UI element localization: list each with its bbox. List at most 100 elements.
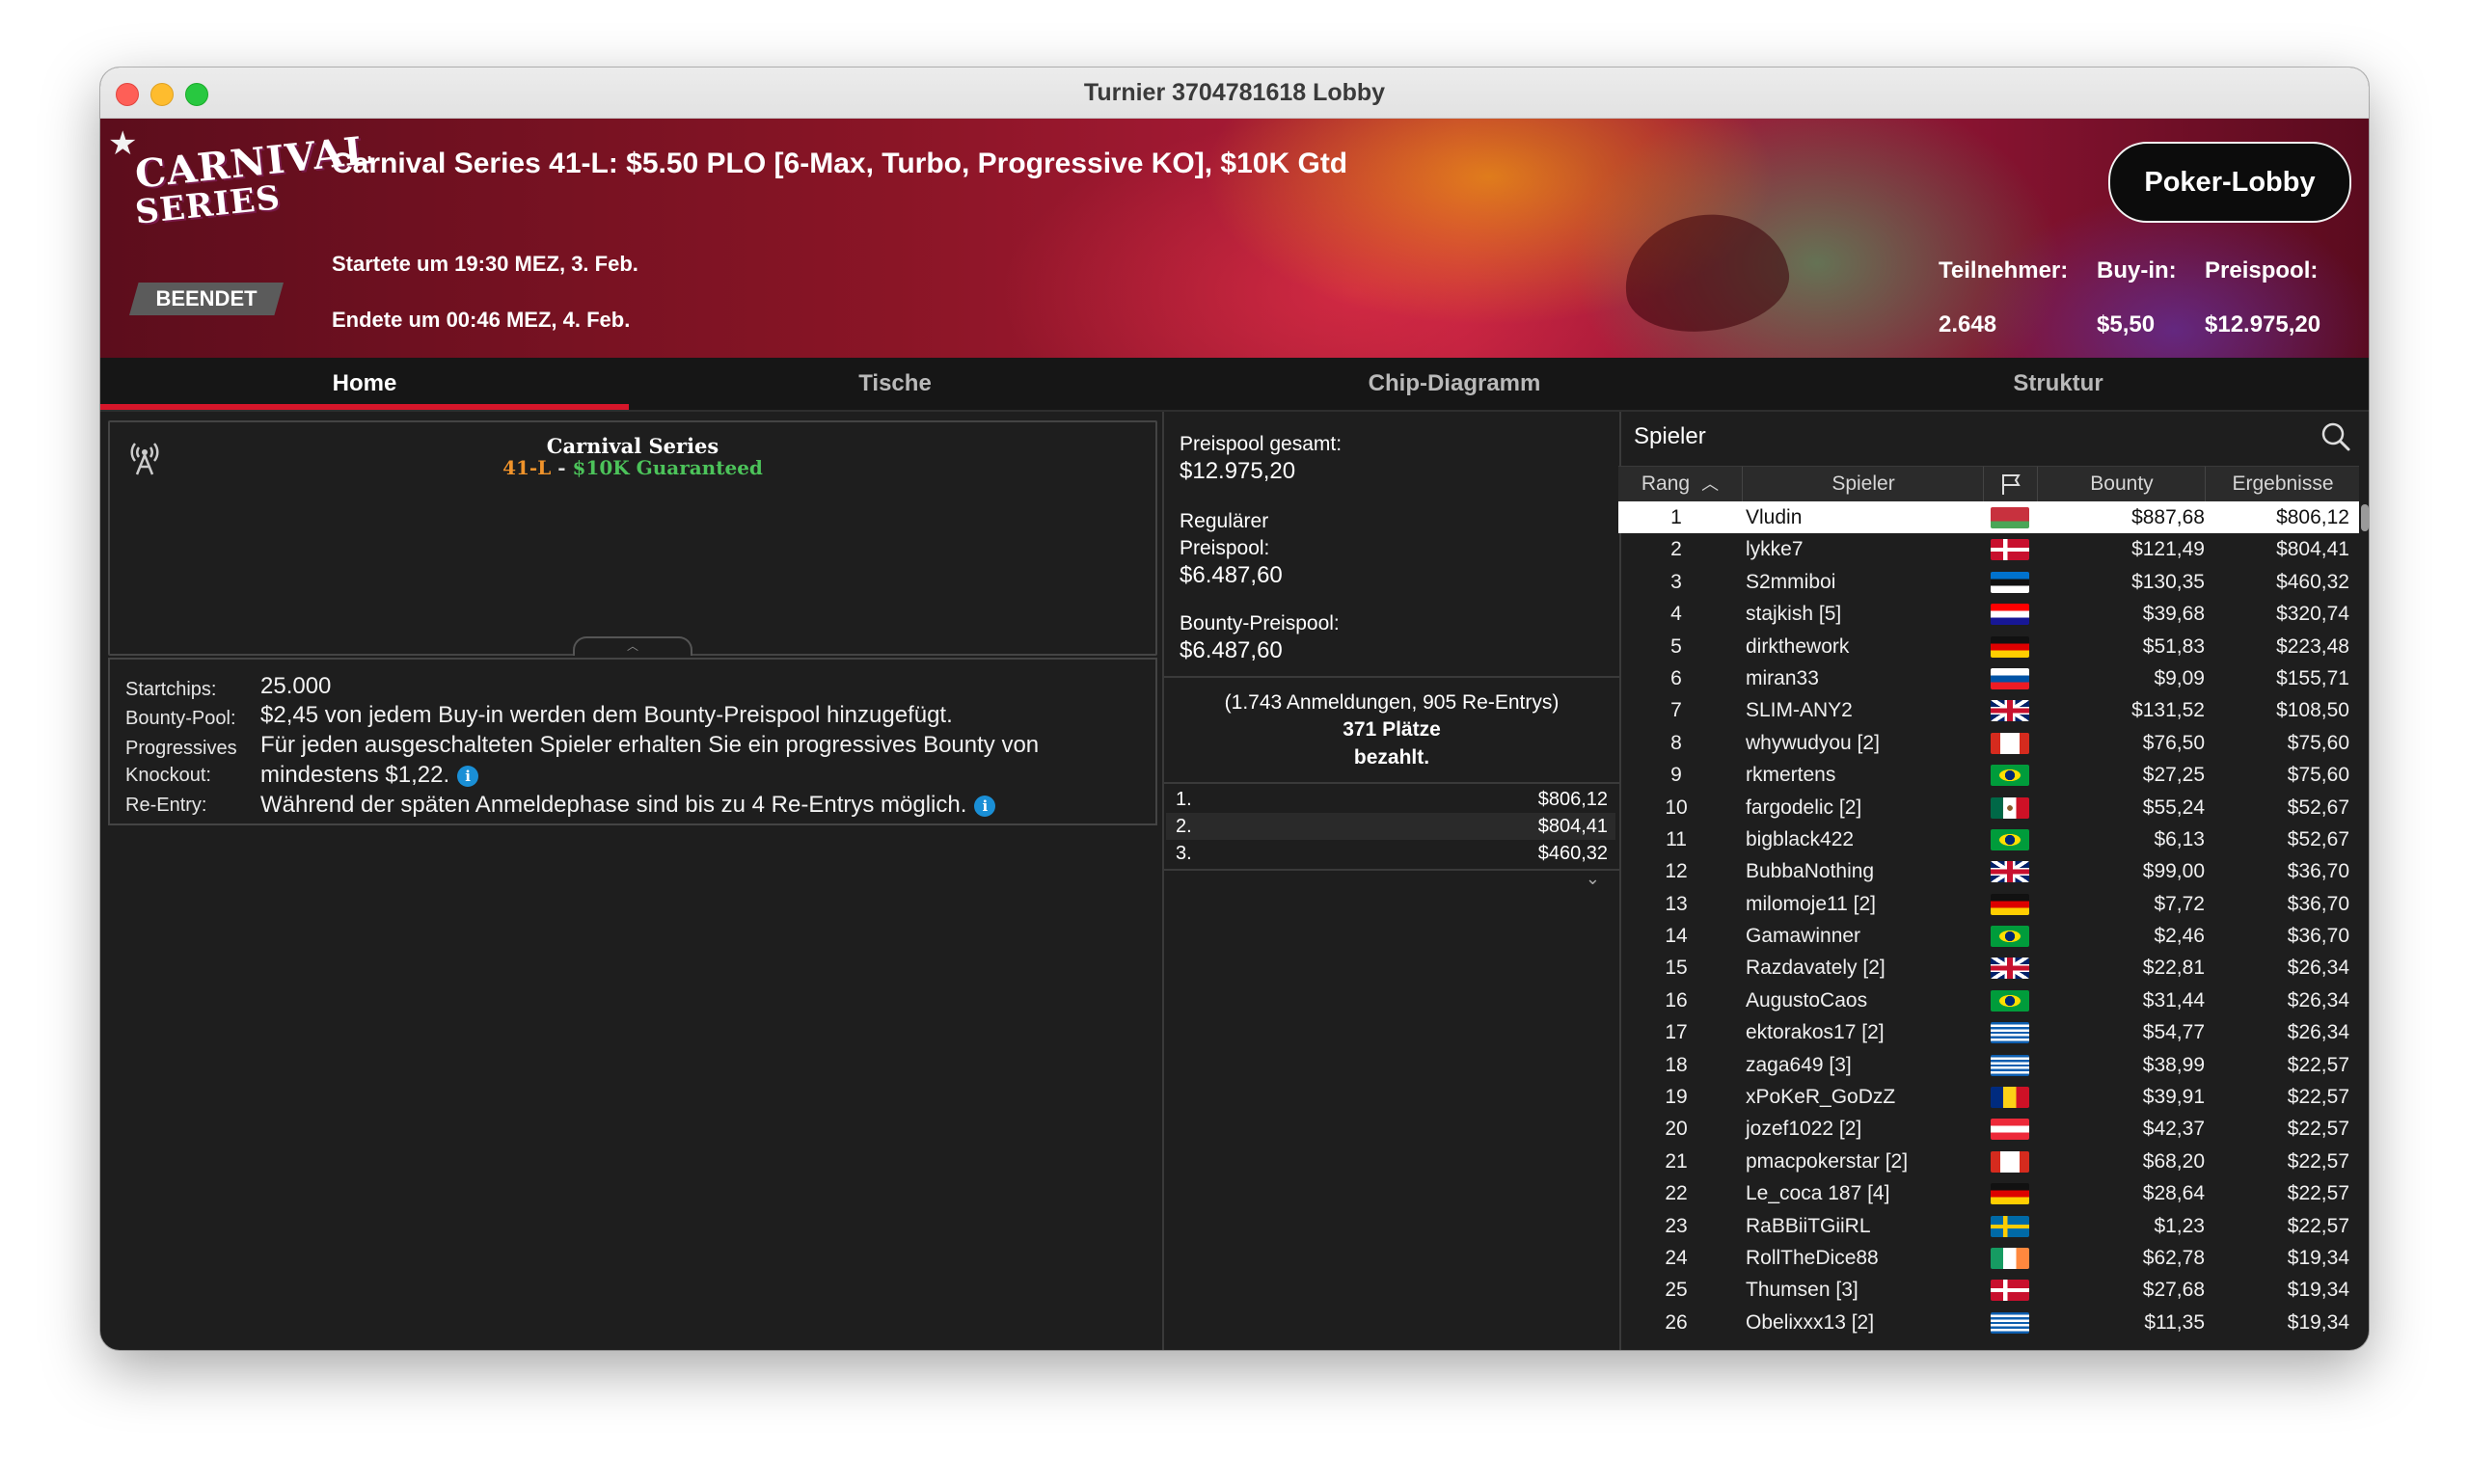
player-rank: 6 [1670, 666, 1682, 689]
divider [1164, 869, 1619, 871]
player-row[interactable]: 23 RaBBiiTGiiRL $1,23 $22,57 [1618, 1210, 2359, 1242]
denmark-flag [1991, 1280, 2029, 1302]
uk-flag [1991, 700, 2029, 722]
player-row[interactable]: 26 Obelixxx13 [2] $11,35 $19,34 [1618, 1307, 2359, 1338]
player-bounty: $9,09 [2154, 666, 2205, 689]
column-rank[interactable]: Rang ︿ [1618, 467, 1742, 501]
player-row[interactable]: 18 zaga649 [3] $38,99 $22,57 [1618, 1049, 2359, 1081]
column-results[interactable]: Ergebnisse [2205, 467, 2360, 501]
player-row[interactable]: 13 milomoje11 [2] $7,72 $36,70 [1618, 888, 2359, 920]
player-name: RollTheDice88 [1746, 1246, 1879, 1269]
player-rank: 5 [1670, 634, 1682, 658]
player-row[interactable]: 6 miran33 $9,09 $155,71 [1618, 662, 2359, 694]
germany-flag [1991, 893, 2029, 915]
tab-structure[interactable]: Struktur [1748, 358, 2369, 410]
buyin-label: Buy-in: [2097, 257, 2177, 283]
denmark-flag [1991, 539, 2029, 561]
player-bounty: $31,44 [2142, 988, 2205, 1012]
player-bounty: $27,68 [2142, 1279, 2205, 1302]
player-row[interactable]: 5 dirkthework $51,83 $223,48 [1618, 631, 2359, 662]
player-row[interactable]: 2 lykke7 $121,49 $804,41 [1618, 533, 2359, 565]
player-name: S2mmiboi [1746, 570, 1836, 593]
bounty-pool-value: $2,45 von jedem Buy-in werden dem Bounty… [260, 702, 953, 728]
player-result: $52,67 [2287, 796, 2349, 819]
player-rank: 26 [1665, 1310, 1688, 1334]
player-result: $806,12 [2276, 506, 2349, 528]
player-name: rkmertens [1746, 764, 1836, 787]
player-bounty: $131,52 [2131, 699, 2205, 722]
column-player[interactable]: Spieler [1742, 467, 1984, 501]
poker-lobby-button[interactable]: Poker-Lobby [2108, 142, 2351, 223]
tab-chip-chart[interactable]: Chip-Diagramm [1161, 358, 1748, 410]
player-row[interactable]: 22 Le_coca 187 [4] $28,64 $22,57 [1618, 1177, 2359, 1209]
tab-tables[interactable]: Tische [629, 358, 1161, 410]
player-rank: 22 [1665, 1182, 1688, 1205]
player-rank: 11 [1666, 827, 1687, 850]
player-row[interactable]: 16 AugustoCaos $31,44 $26,34 [1618, 985, 2359, 1016]
player-name: pmacpokerstar [2] [1746, 1149, 1909, 1173]
player-row[interactable]: 7 SLIM-ANY2 $131,52 $108,50 [1618, 694, 2359, 726]
player-rank: 9 [1670, 764, 1682, 787]
player-name: xPoKeR_GoDzZ [1746, 1086, 1896, 1109]
collapse-promo-handle[interactable]: ︿ [573, 636, 692, 656]
player-row[interactable]: 8 whywudyou [2] $76,50 $75,60 [1618, 727, 2359, 759]
tournament-info-box: Startchips: 25.000 Bounty-Pool: $2,45 vo… [108, 658, 1157, 825]
players-scrollbar[interactable] [2361, 504, 2369, 531]
player-row[interactable]: 1 Vludin $887,68 $806,12 [1618, 501, 2359, 534]
player-row[interactable]: 19 xPoKeR_GoDzZ $39,91 $22,57 [1618, 1081, 2359, 1113]
player-name: zaga649 [3] [1746, 1053, 1852, 1076]
player-row[interactable]: 12 BubbaNothing $99,00 $36,70 [1618, 855, 2359, 887]
player-row[interactable]: 25 Thumsen [3] $27,68 $19,34 [1618, 1274, 2359, 1306]
player-bounty: $55,24 [2142, 796, 2205, 819]
reentry-info-icon[interactable]: i [974, 795, 996, 817]
player-bounty: $76,50 [2142, 731, 2205, 754]
player-result: $52,67 [2287, 827, 2349, 850]
romania-flag [1991, 1087, 2029, 1109]
player-row[interactable]: 4 stajkish [5] $39,68 $320,74 [1618, 598, 2359, 630]
player-row[interactable]: 15 Razdavately [2] $22,81 $26,34 [1618, 952, 2359, 984]
end-time: Endete um 00:46 MEZ, 4. Feb. [332, 308, 631, 332]
player-result: $22,57 [2287, 1053, 2349, 1076]
regular-pool-value: $6.487,60 [1180, 562, 1283, 588]
expand-payouts-chevron-icon[interactable]: ⌄ [1586, 869, 1600, 889]
column-bounty[interactable]: Bounty [2037, 467, 2206, 501]
player-result: $108,50 [2276, 699, 2349, 722]
regular-pool-label-1: Regulärer [1180, 510, 1269, 532]
player-row[interactable]: 3 S2mmiboi $130,35 $460,32 [1618, 566, 2359, 598]
croatia-flag [1991, 604, 2029, 626]
player-name: Thumsen [3] [1746, 1279, 1859, 1302]
player-row[interactable]: 24 RollTheDice88 $62,78 $19,34 [1618, 1242, 2359, 1274]
slovenia-flag [1991, 667, 2029, 689]
player-row[interactable]: 10 fargodelic [2] $55,24 $52,67 [1618, 792, 2359, 823]
player-name: stajkish [5] [1746, 603, 1842, 626]
player-row[interactable]: 17 ektorakos17 [2] $54,77 $26,34 [1618, 1016, 2359, 1048]
belarus-flag [1991, 507, 2029, 528]
startchips-value: 25.000 [260, 673, 332, 699]
divider [1164, 782, 1619, 784]
column-country[interactable] [1983, 467, 2038, 501]
player-rank: 13 [1665, 892, 1688, 915]
player-result: $19,34 [2287, 1246, 2349, 1269]
player-rank: 10 [1665, 796, 1688, 819]
tab-bar: Home Tische Chip-Diagramm Struktur [100, 358, 2369, 412]
player-rank: 7 [1670, 699, 1682, 722]
player-row[interactable]: 20 jozef1022 [2] $42,37 $22,57 [1618, 1113, 2359, 1145]
start-time: Startete um 19:30 MEZ, 3. Feb. [332, 252, 638, 276]
player-result: $804,41 [2276, 538, 2349, 561]
player-rank: 24 [1665, 1246, 1688, 1269]
tab-home[interactable]: Home [100, 358, 629, 410]
pko-info-icon[interactable]: i [457, 765, 479, 787]
player-name: ektorakos17 [2] [1746, 1021, 1885, 1044]
player-row[interactable]: 21 pmacpokerstar [2] $68,20 $22,57 [1618, 1146, 2359, 1177]
players-header: Spieler [1618, 412, 2369, 462]
greece-flag [1991, 1054, 2029, 1076]
player-rank: 8 [1670, 731, 1682, 754]
player-bounty: $39,91 [2142, 1086, 2205, 1109]
player-row[interactable]: 14 Gamawinner $2,46 $36,70 [1618, 920, 2359, 952]
player-name: Obelixxx13 [2] [1746, 1310, 1875, 1334]
player-row[interactable]: 11 bigblack422 $6,13 $52,67 [1618, 823, 2359, 855]
player-row[interactable]: 9 rkmertens $27,25 $75,60 [1618, 759, 2359, 791]
search-icon[interactable] [2320, 421, 2351, 452]
player-result: $19,34 [2287, 1310, 2349, 1334]
player-bounty: $11,35 [2144, 1310, 2205, 1334]
